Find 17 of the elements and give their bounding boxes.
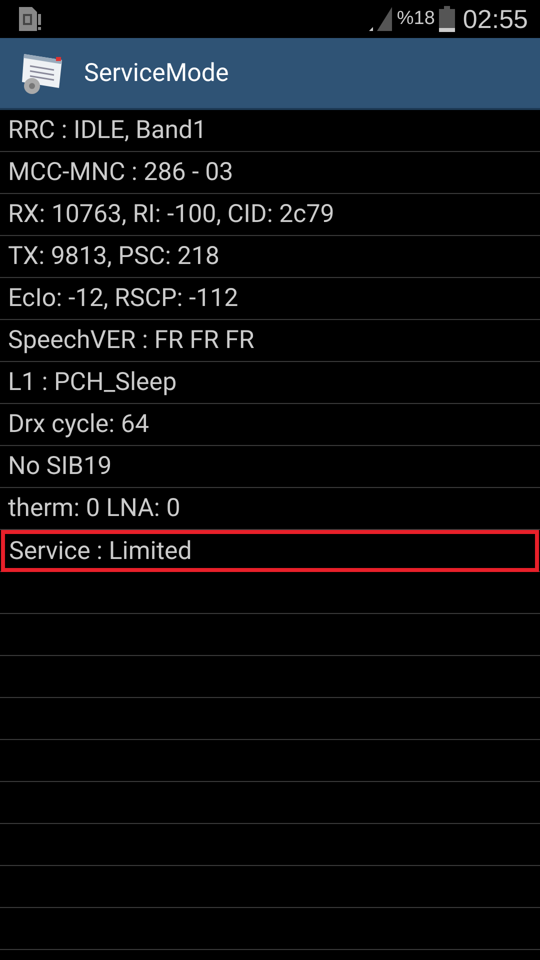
clock: 02:55 [462, 4, 528, 34]
battery-icon [438, 6, 455, 32]
info-row: SpeechVER : FR FR FR [0, 320, 540, 362]
battery-percent: %18 [396, 8, 435, 30]
info-row: MCC-MNC : 286 - 03 [0, 152, 540, 194]
info-row: Service : Limited [1, 530, 539, 572]
info-row: No SIB19 [0, 446, 540, 488]
info-row: TX: 9813, PSC: 218 [0, 236, 540, 278]
info-row: RRC : IDLE, Band1 [0, 110, 540, 152]
info-row: RX: 10763, RI: -100, CID: 2c79 [0, 194, 540, 236]
app-title: ServiceMode [84, 58, 229, 88]
info-row: therm: 0 LNA: 0 [0, 488, 540, 530]
info-row: L1 : PCH_Sleep [0, 362, 540, 404]
info-row: EcIo: -12, RSCP: -112 [0, 278, 540, 320]
sim-alert-icon [18, 6, 42, 32]
signal-icon [368, 7, 393, 31]
info-row: Drx cycle: 64 [0, 404, 540, 446]
